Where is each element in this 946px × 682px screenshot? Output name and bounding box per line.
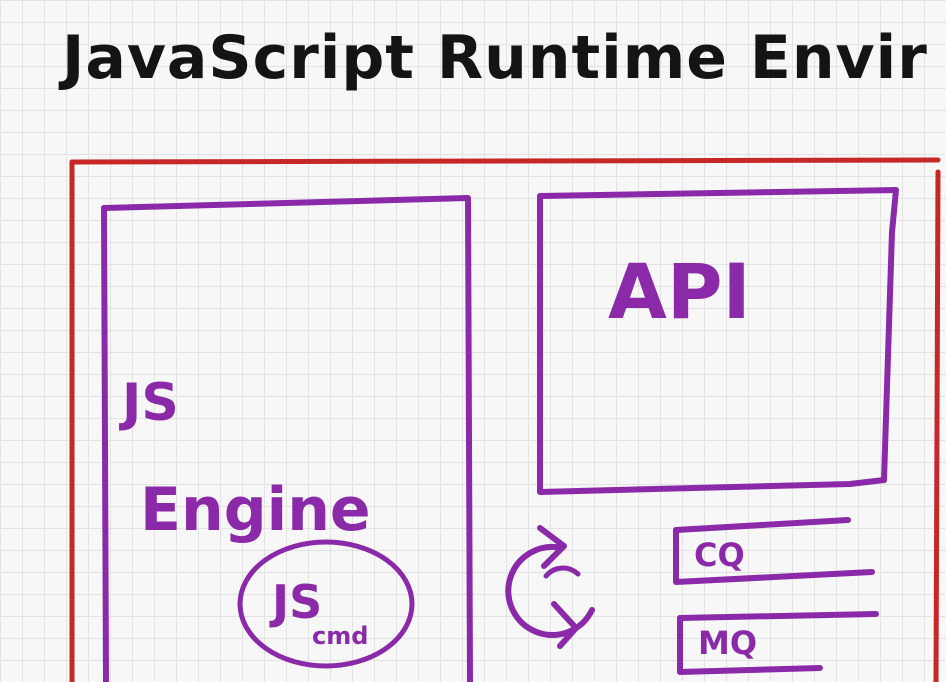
js-engine-label-line1: JS (119, 373, 179, 433)
api-box (537, 187, 899, 495)
diagram-title: JavaScript Runtime Envir (58, 23, 928, 93)
js-inner-label-line2: cmd (312, 622, 368, 650)
diagram-svg: JavaScript Runtime Envir JS Engine JS cm… (58, 23, 941, 682)
js-engine-label-line2: Engine (140, 475, 371, 545)
js-inner-label-line1: JS (269, 575, 322, 629)
runtime-environment-box (69, 157, 941, 682)
api-label: API (608, 247, 751, 336)
callback-queue-label: CQ (694, 536, 745, 574)
diagram-canvas: JavaScript Runtime Envir JS Engine JS cm… (0, 0, 946, 682)
microtask-queue-label: MQ (698, 624, 757, 662)
event-loop-cycle-icon (505, 525, 595, 649)
